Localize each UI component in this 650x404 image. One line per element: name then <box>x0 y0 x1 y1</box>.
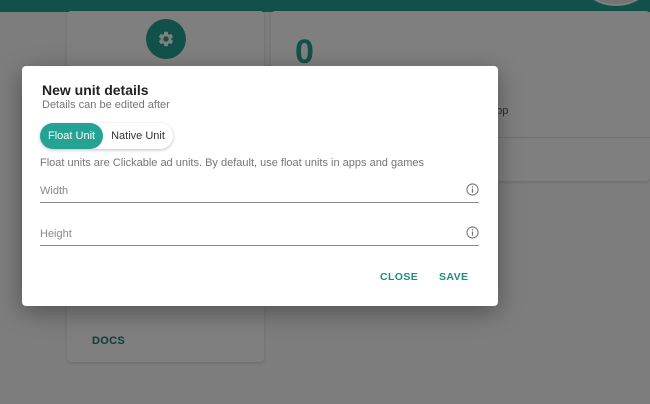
save-button[interactable]: SAVE <box>439 271 468 283</box>
dialog-title: New unit details <box>42 82 149 98</box>
height-input[interactable] <box>40 226 450 242</box>
info-icon[interactable] <box>466 183 479 196</box>
dialog-subtitle: Details can be edited after <box>42 99 170 111</box>
width-field-wrapper <box>40 179 479 203</box>
info-icon[interactable] <box>466 226 479 239</box>
native-unit-option[interactable]: Native Unit <box>103 123 173 149</box>
width-input[interactable] <box>40 183 450 199</box>
float-unit-option[interactable]: Float Unit <box>40 123 104 149</box>
unit-description: Float units are Clickable ad units. By d… <box>40 157 424 169</box>
close-button[interactable]: CLOSE <box>380 271 418 283</box>
new-unit-dialog: New unit details Details can be edited a… <box>22 66 498 306</box>
unit-type-toggle: Float Unit Native Unit <box>40 123 173 149</box>
height-field-wrapper <box>40 222 479 246</box>
